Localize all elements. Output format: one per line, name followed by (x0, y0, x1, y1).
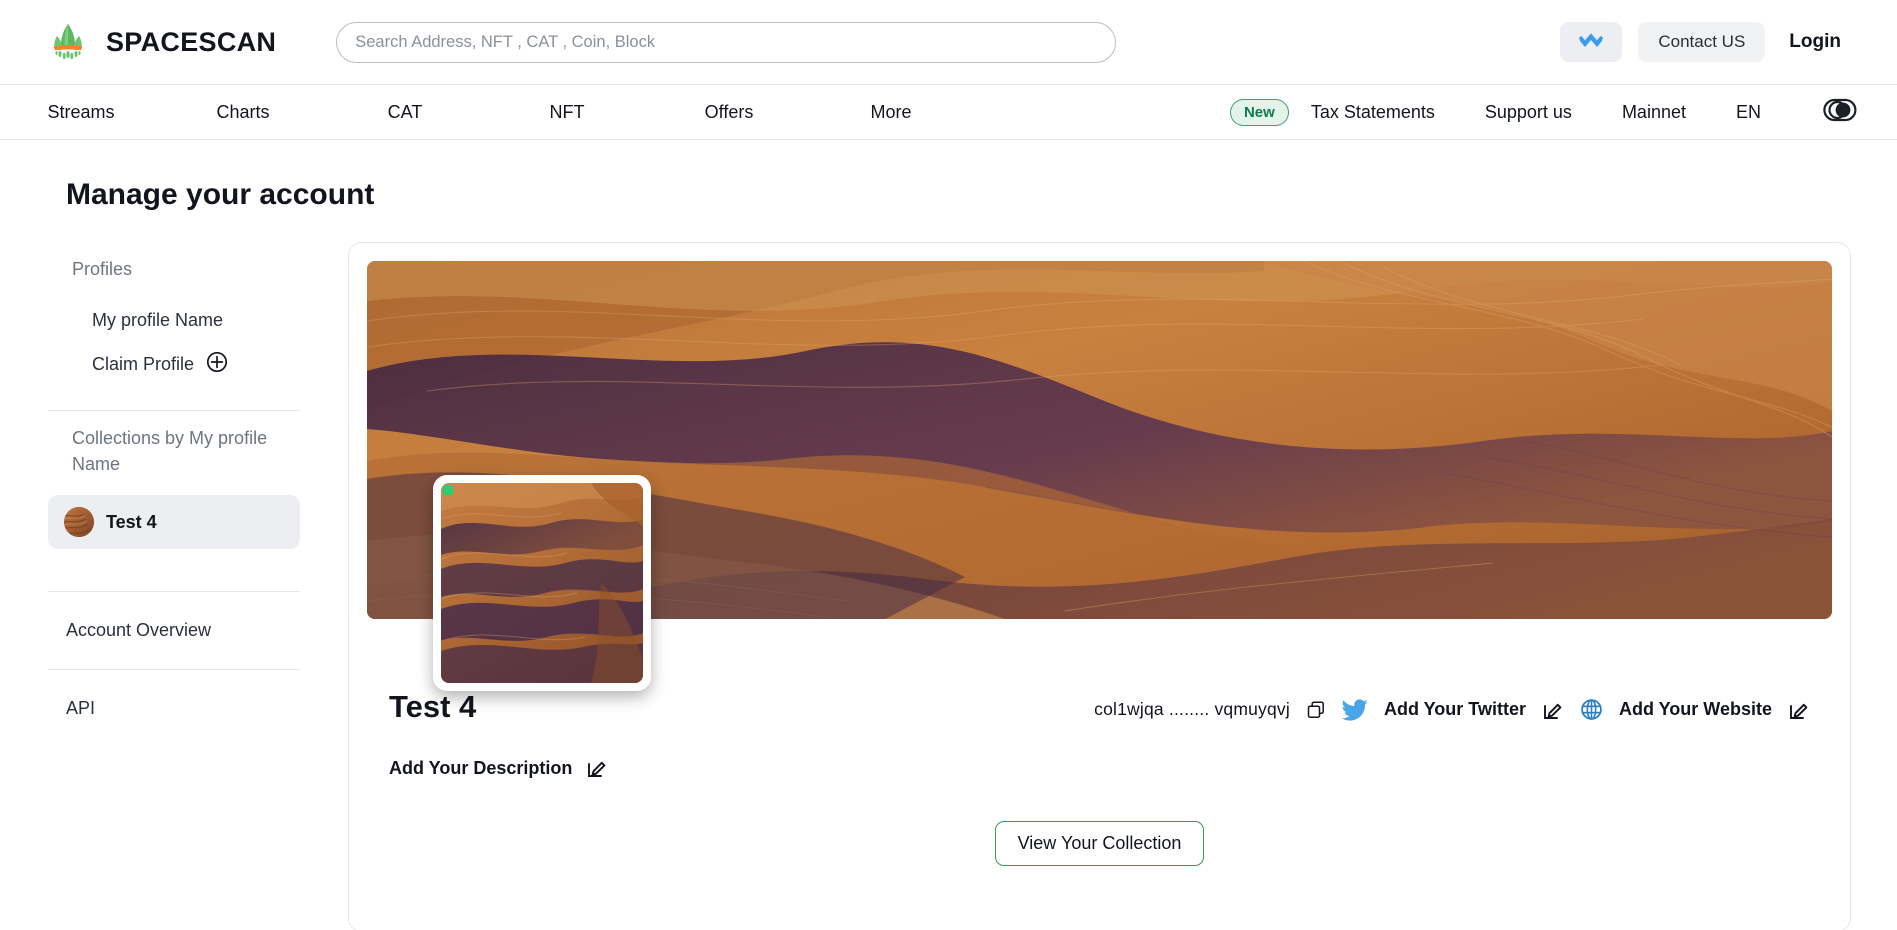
sidebar-item-label: Claim Profile (92, 354, 195, 375)
search-container (336, 21, 1117, 63)
collection-avatar (64, 507, 94, 538)
profile-description-row: Add Your Description (367, 725, 1832, 779)
profile-avatar[interactable] (433, 475, 651, 691)
desert-dunes-avatar (441, 483, 643, 683)
nav-item-charts[interactable]: Charts (162, 102, 324, 123)
view-collection-button[interactable]: View Your Collection (994, 821, 1205, 866)
sidebar-item-label: My profile Name (92, 310, 224, 331)
top-header: SPACESCAN Contact US Login (0, 0, 1897, 84)
website-edit-pencil-icon[interactable] (1788, 699, 1810, 721)
wallet-connect-icon (1578, 31, 1604, 54)
profile-cta-row: View Your Collection (367, 779, 1832, 866)
rocket-logo-icon (44, 18, 92, 66)
profile-address: col1wjqa ........ vqmuyqvj (1094, 699, 1290, 719)
sidebar-collections-section: Collections by My profile Name Test 4 (48, 411, 300, 591)
globe-icon[interactable] (1580, 698, 1603, 721)
nav-item-language[interactable]: EN (1726, 102, 1771, 123)
nav-secondary-items: New Tax Statements Support us Mainnet EN (1229, 98, 1857, 127)
nav-item-more[interactable]: More (810, 102, 972, 123)
sidebar-item-collection-test-4[interactable]: Test 4 (48, 495, 300, 550)
dark-mode-toggle-icon[interactable] (1823, 98, 1857, 127)
nav-item-mainnet[interactable]: Mainnet (1612, 102, 1696, 123)
nav-item-cat[interactable]: CAT (324, 102, 486, 123)
nav-item-nft[interactable]: NFT (486, 102, 648, 123)
add-website-link[interactable]: Add Your Website (1619, 699, 1772, 720)
profile-name: Test 4 (389, 689, 477, 724)
twitter-edit-pencil-icon[interactable] (1542, 699, 1564, 721)
sidebar-item-api[interactable]: API (48, 670, 300, 747)
twitter-icon[interactable] (1341, 698, 1368, 721)
description-edit-pencil-icon[interactable] (586, 757, 608, 779)
contact-us-button[interactable]: Contact US (1638, 22, 1766, 62)
avatar-status-dot (443, 485, 453, 495)
login-link[interactable]: Login (1789, 31, 1841, 53)
nav-primary-items: Streams Charts CAT NFT Offers More (0, 102, 972, 123)
sidebar-item-claim-profile[interactable]: Claim Profile (48, 341, 300, 388)
sidebar-heading-profiles: Profiles (72, 259, 133, 279)
sidebar: Profiles My profile Name Claim Profile C… (0, 242, 348, 930)
brand-name: SPACESCAN (106, 26, 277, 57)
nav-item-offers[interactable]: Offers (648, 102, 810, 123)
profile-links: col1wjqa ........ vqmuyqvj Add Your Twit… (1094, 698, 1810, 725)
brand-logo[interactable]: SPACESCAN (44, 18, 276, 66)
header-actions: Contact US Login (1560, 22, 1841, 62)
page-title: Manage your account (66, 178, 375, 211)
sidebar-profiles-section: Profiles My profile Name Claim Profile (48, 242, 300, 410)
nav-item-streams[interactable]: Streams (0, 102, 162, 123)
nav-item-support-us[interactable]: Support us (1475, 102, 1582, 123)
main-navbar: Streams Charts CAT NFT Offers More New T… (0, 84, 1897, 140)
search-input[interactable] (336, 21, 1117, 63)
sidebar-item-my-profile-name[interactable]: My profile Name (48, 300, 300, 341)
collection-label: Test 4 (106, 511, 157, 532)
copy-icon[interactable] (1306, 700, 1326, 720)
add-description-label: Add Your Description (389, 757, 573, 778)
add-twitter-link[interactable]: Add Your Twitter (1384, 699, 1526, 720)
page-body: Profiles My profile Name Claim Profile C… (0, 212, 1897, 930)
new-badge: New (1229, 98, 1289, 126)
avatar-image-wrap (441, 483, 643, 683)
wallet-connect-button[interactable] (1560, 22, 1623, 62)
sidebar-item-account-overview[interactable]: Account Overview (48, 592, 300, 669)
sidebar-heading-collections: Collections by My profile Name (72, 428, 268, 475)
profile-card: Test 4 col1wjqa ........ vqmuyqvj Add Yo… (348, 242, 1851, 930)
nav-item-tax-statements[interactable]: Tax Statements (1301, 102, 1445, 123)
plus-circle-icon (206, 351, 228, 378)
main-content: Test 4 col1wjqa ........ vqmuyqvj Add Yo… (348, 242, 1897, 930)
